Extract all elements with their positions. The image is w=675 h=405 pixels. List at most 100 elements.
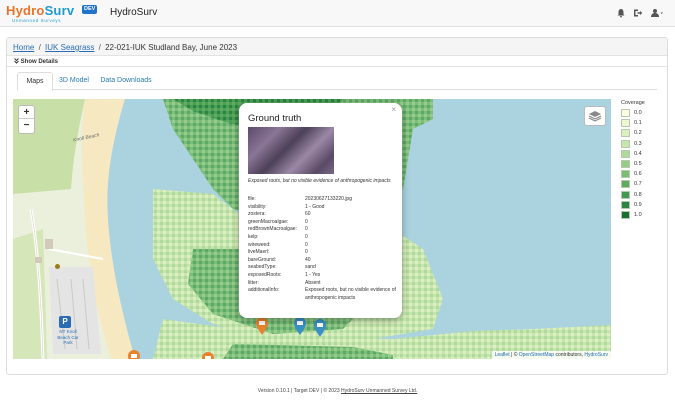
ground-truth-marker-blue[interactable]	[293, 316, 307, 336]
hydrosurv-link[interactable]: HydroSurv	[584, 352, 608, 358]
attribute-row: greenMacroalgae: 0	[248, 219, 398, 227]
popup-attributes: file: 20230627133220.jpg visibility: 1 - G…	[248, 196, 398, 302]
legend-item: 0.9	[621, 200, 671, 210]
attribute-key: kelp:	[248, 233, 259, 240]
openstreetmap-link[interactable]: OpenStreetMap	[519, 352, 554, 358]
ground-truth-marker-orange[interactable]	[201, 351, 215, 359]
poi-icon	[55, 264, 60, 269]
attribute-key: redBrownMacroalgae:	[248, 226, 297, 233]
legend-swatch	[621, 139, 630, 148]
legend-swatch	[621, 160, 630, 169]
ground-truth-popup: × Ground truth Exposed roots, but no vis…	[239, 103, 402, 318]
layers-icon	[588, 111, 602, 122]
attribute-value: 0	[305, 226, 308, 233]
company-link[interactable]: HydroSurv Unmanned Survey Ltd.	[341, 388, 417, 394]
attribute-key: exposedRoots:	[248, 271, 282, 278]
sign-out-icon[interactable]	[633, 8, 643, 18]
footer-separator: |	[291, 388, 293, 394]
attribute-row: litter: Absent	[248, 280, 398, 288]
attribute-row: exposedRoots: 1 - Yes	[248, 272, 398, 280]
legend-label: 0.9	[634, 201, 642, 208]
legend-item: 0.2	[621, 128, 671, 138]
attribution-separator: |	[510, 352, 513, 358]
divider	[7, 66, 667, 67]
user-menu-icon[interactable]	[650, 8, 664, 18]
attribute-row: file: 20230627133220.jpg	[248, 196, 398, 204]
tab-3d-model[interactable]: 3D Model	[57, 72, 91, 90]
attribute-key: file:	[248, 196, 256, 202]
breadcrumb-home-link[interactable]: Home	[13, 43, 34, 52]
dev-badge: DEV	[82, 5, 98, 14]
attribute-value: 0	[305, 249, 308, 256]
legend-swatch	[621, 210, 630, 219]
show-details-toggle[interactable]: Show Details	[14, 58, 58, 65]
app-title[interactable]: HydroSurv	[110, 7, 157, 18]
attribute-key: litter:	[248, 279, 259, 286]
legend-label: 0.6	[634, 171, 642, 178]
popup-close-button[interactable]: ×	[391, 105, 396, 114]
attribute-row: zostera: 60	[248, 211, 398, 219]
tab-data-downloads[interactable]: Data Downloads	[97, 72, 155, 90]
attribute-value: 1 - Good	[305, 203, 325, 210]
map-view[interactable]: Knoll Beach P NT Knoll Beach Car Park + …	[13, 99, 611, 359]
attribute-value: 20230627133220.jpg	[305, 196, 352, 202]
map-attribution: Leaflet | © OpenStreetMap contributors, …	[491, 351, 611, 359]
attribute-key: wireweed:	[248, 241, 271, 248]
ground-truth-marker-orange[interactable]	[127, 349, 141, 359]
ground-truth-marker-orange[interactable]	[255, 316, 269, 336]
tab-maps[interactable]: Maps	[17, 72, 53, 91]
legend-item: 1.0	[621, 210, 671, 220]
tab-bar: Maps 3D Model Data Downloads	[17, 72, 657, 91]
hydrosurv-logo[interactable]: HydroSurv DEV Unmanned Surveys	[6, 4, 98, 24]
show-details-label: Show Details	[20, 59, 59, 65]
version-text: Version 0.10.1	[257, 388, 290, 394]
attribute-row: liveMaerl: 0	[248, 249, 398, 257]
attribute-value: sand	[305, 264, 316, 271]
ground-truth-marker-blue-selected[interactable]	[313, 318, 327, 338]
attribute-row: redBrownMacroalgae: 0	[248, 226, 398, 234]
legend-swatch	[621, 190, 630, 199]
attribute-value: 60	[305, 211, 311, 218]
bell-icon[interactable]	[616, 8, 626, 18]
zoom-in-button[interactable]: +	[19, 106, 34, 119]
attribute-key: greenMacroalgae:	[248, 218, 289, 225]
footer-separator: |	[320, 388, 323, 394]
legend-label: 0.0	[634, 110, 642, 117]
attribute-key: visibility:	[248, 203, 267, 210]
legend-swatch	[621, 200, 630, 209]
top-navbar: HydroSurv DEV Unmanned Surveys HydroSurv	[0, 0, 675, 27]
car-park-p-marker: P	[59, 316, 71, 328]
attribution-contributors: contributors,	[555, 352, 583, 358]
legend-label: 0.2	[634, 130, 642, 137]
attribute-row: bareGround: 40	[248, 257, 398, 265]
leaflet-link[interactable]: Leaflet	[495, 352, 510, 358]
attribute-value: Exposed roots, but no visible evidence o…	[305, 287, 396, 301]
layers-control-button[interactable]	[584, 106, 606, 126]
legend-label: 0.7	[634, 181, 642, 188]
legend-title: Coverage	[621, 100, 645, 106]
legend-item: 0.3	[621, 139, 671, 149]
legend-label: 0.3	[634, 140, 642, 147]
popup-title: Ground truth	[248, 113, 302, 124]
attribute-value: 1 - Yes	[305, 271, 321, 278]
legend-item: 0.0	[621, 108, 671, 118]
legend-swatch	[621, 170, 630, 179]
seabed-photo[interactable]	[248, 127, 334, 174]
legend-item: 0.5	[621, 159, 671, 169]
legend-label: 0.1	[634, 120, 642, 127]
attribute-value: 0	[305, 218, 308, 225]
attribute-row: additionalInfo: Exposed roots, but no vis…	[248, 287, 398, 302]
car-park-label: NT Knoll Beach Car Park	[57, 329, 79, 345]
attribute-value: 0	[305, 241, 308, 248]
osm-copyright: ©	[513, 352, 518, 358]
legend-swatch	[621, 129, 630, 138]
target-text: Target DEV	[293, 388, 320, 394]
zoom-out-button[interactable]: −	[19, 119, 34, 132]
breadcrumb-project-link[interactable]: IUK Seagrass	[45, 43, 94, 52]
copyright-text: © 2023	[323, 388, 340, 394]
legend-item: 0.8	[621, 190, 671, 200]
breadcrumb: Home / IUK Seagrass / 22-021-IUK Studlan…	[7, 38, 667, 56]
legend-swatch	[621, 149, 630, 158]
attribute-row: visibility: 1 - Good	[248, 204, 398, 212]
breadcrumb-current: 22-021-IUK Studland Bay, June 2023	[105, 43, 238, 52]
